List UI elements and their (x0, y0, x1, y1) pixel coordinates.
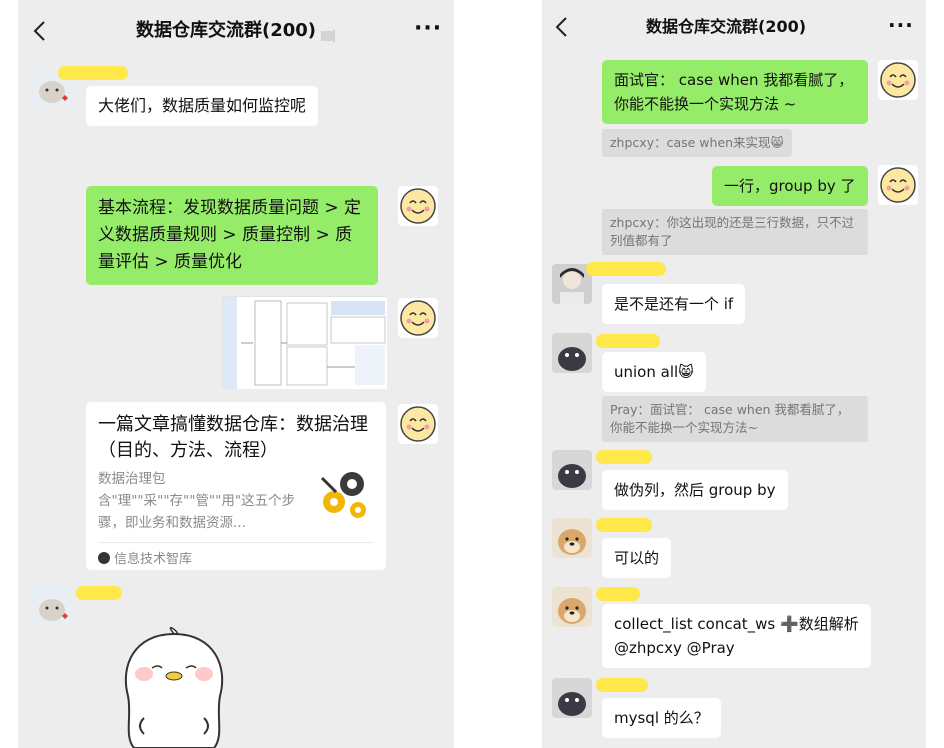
sender-name-hidden (596, 334, 660, 348)
mention-line: @zhpcxy @Pray (614, 639, 735, 657)
message-bubble[interactable]: 基本流程：发现数据质量问题 > 定义数据质量规则 > 质量控制 > 质量评估 >… (86, 186, 378, 285)
avatar-smiley[interactable] (398, 298, 438, 338)
message-bubble[interactable]: union all😸 (602, 352, 706, 392)
more-dots-icon[interactable]: ··· (414, 0, 442, 62)
message-bubble[interactable]: 大佬们，数据质量如何监控呢 (86, 86, 319, 126)
chat-title: 数据仓库交流群(200) (646, 17, 807, 36)
chick-sticker-image[interactable] (114, 626, 234, 748)
article-description: 数据治理包含"理""采""存""管""用"这五个步骤，即业务和数据资源... (98, 471, 296, 531)
sender-name-hidden (596, 450, 652, 464)
right-chat-panel: 数据仓库交流群(200) ··· 面试官： case when 我都看腻了，你能… (542, 0, 926, 748)
message-bubble[interactable]: 一行，group by 了 (712, 166, 868, 206)
avatar-dark[interactable] (552, 678, 592, 718)
message-bubble[interactable]: 可以的 (602, 538, 672, 578)
chat-header: 数据仓库交流群(200) ··· (542, 0, 926, 58)
back-arrow-icon[interactable] (26, 14, 54, 48)
mute-icon (320, 28, 336, 43)
more-dots-icon[interactable]: ··· (888, 0, 914, 54)
left-chat-panel: 数据仓库交流群(200) ··· 大佬们，数据质量如何监控呢 基本流程：发现数据… (18, 0, 454, 748)
sender-name-hidden (596, 678, 648, 692)
divider (98, 542, 374, 543)
avatar-dog[interactable] (552, 587, 592, 627)
avatar-smiley[interactable] (398, 404, 438, 444)
back-arrow-icon[interactable] (548, 10, 576, 44)
message-line: collect_list concat_ws ➕数组解析 (614, 615, 859, 633)
article-source[interactable]: 信息技术智库 (98, 548, 192, 567)
quoted-reply[interactable]: zhpcxy：你这出现的还是三行数据，只不过列值都有了 (602, 209, 868, 255)
article-title: 一篇文章搞懂数据仓库：数据治理（目的、方法、流程） (98, 414, 368, 461)
sender-name-hidden (586, 262, 666, 276)
sender-name-hidden (596, 587, 640, 601)
avatar-smiley[interactable] (878, 60, 918, 100)
avatar-cat[interactable] (32, 586, 72, 626)
avatar-dark[interactable] (552, 450, 592, 490)
message-bubble[interactable]: collect_list concat_ws ➕数组解析 @zhpcxy @Pr… (602, 604, 871, 668)
sender-name-hidden (596, 518, 652, 532)
source-name: 信息技术智库 (114, 552, 193, 567)
avatar-smiley[interactable] (878, 165, 918, 205)
message-bubble[interactable]: 面试官： case when 我都看腻了，你能不能换一个实现方法 ~ (602, 60, 868, 124)
avatar-smiley[interactable] (398, 186, 438, 226)
gears-thumbnail-icon (314, 466, 374, 526)
sender-name-hidden (58, 66, 128, 80)
article-card[interactable]: 一篇文章搞懂数据仓库：数据治理（目的、方法、流程） 数据治理包含"理""采""存… (86, 402, 386, 570)
quoted-reply[interactable]: zhpcxy：case when来实现😸 (602, 129, 792, 157)
chat-header: 数据仓库交流群(200) ··· (18, 0, 454, 62)
avatar-dog[interactable] (552, 518, 592, 558)
avatar-dark[interactable] (552, 333, 592, 373)
message-bubble[interactable]: 是不是还有一个 if (602, 284, 746, 324)
chat-title: 数据仓库交流群(200) (136, 20, 317, 41)
quoted-reply[interactable]: Pray：面试官： case when 我都看腻了，你能不能换一个实现方法~ (602, 396, 868, 442)
message-bubble[interactable]: mysql 的么？ (602, 698, 721, 738)
sender-name-hidden (76, 586, 122, 600)
shared-image-diagram[interactable] (222, 296, 387, 389)
message-bubble[interactable]: 做伪列，然后 group by (602, 470, 788, 510)
source-logo-icon (98, 551, 110, 564)
